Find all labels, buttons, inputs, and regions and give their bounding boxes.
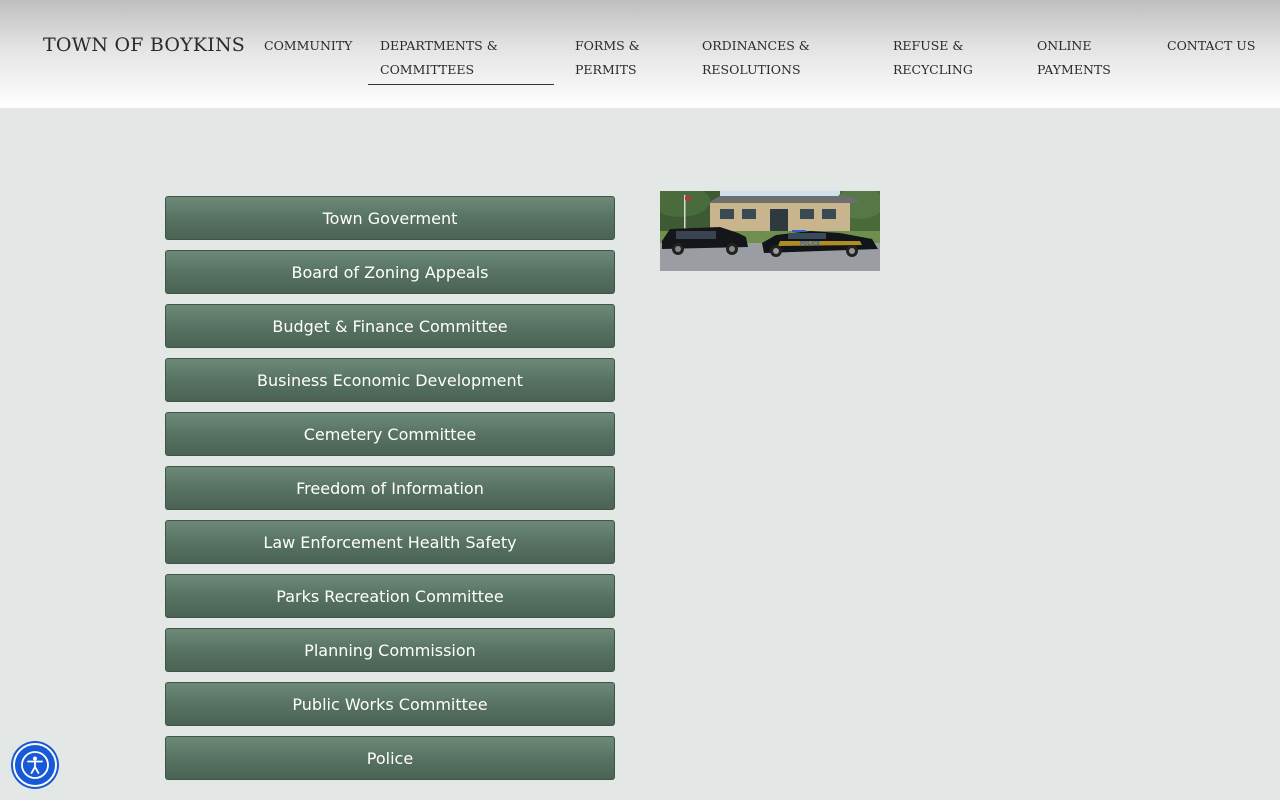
- police-station-photo: POLICE: [660, 191, 880, 271]
- police-decal-text: POLICE: [800, 241, 821, 247]
- nav-community[interactable]: COMMUNITY: [264, 34, 364, 58]
- business-economic-development-button[interactable]: Business Economic Development: [165, 358, 615, 402]
- town-government-button[interactable]: Town Goverment: [165, 196, 615, 240]
- nav-departments-committees[interactable]: DEPARTMENTS & COMMITTEES: [368, 34, 554, 85]
- police-button[interactable]: Police: [165, 736, 615, 780]
- accessibility-icon: [21, 751, 49, 779]
- board-of-zoning-appeals-button[interactable]: Board of Zoning Appeals: [165, 250, 615, 294]
- law-enforcement-health-safety-button[interactable]: Law Enforcement Health Safety: [165, 520, 615, 564]
- budget-finance-committee-button[interactable]: Budget & Finance Committee: [165, 304, 615, 348]
- nav-ordinances-resolutions[interactable]: ORDINANCES & RESOLUTIONS: [702, 34, 852, 82]
- nav-forms-permits[interactable]: FORMS & PERMITS: [575, 34, 675, 82]
- site-title[interactable]: TOWN OF BOYKINS: [43, 34, 245, 56]
- planning-commission-button[interactable]: Planning Commission: [165, 628, 615, 672]
- nav-contact-us[interactable]: CONTACT US: [1167, 34, 1257, 58]
- accessibility-button[interactable]: [13, 743, 57, 787]
- site-header: TOWN OF BOYKINS COMMUNITY DEPARTMENTS & …: [0, 0, 1280, 108]
- cemetery-committee-button[interactable]: Cemetery Committee: [165, 412, 615, 456]
- freedom-of-information-button[interactable]: Freedom of Information: [165, 466, 615, 510]
- public-works-committee-button[interactable]: Public Works Committee: [165, 682, 615, 726]
- nav-online-payments[interactable]: ONLINE PAYMENTS: [1037, 34, 1137, 82]
- parks-recreation-committee-button[interactable]: Parks Recreation Committee: [165, 574, 615, 618]
- nav-refuse-recycling[interactable]: REFUSE & RECYCLING: [893, 34, 1003, 82]
